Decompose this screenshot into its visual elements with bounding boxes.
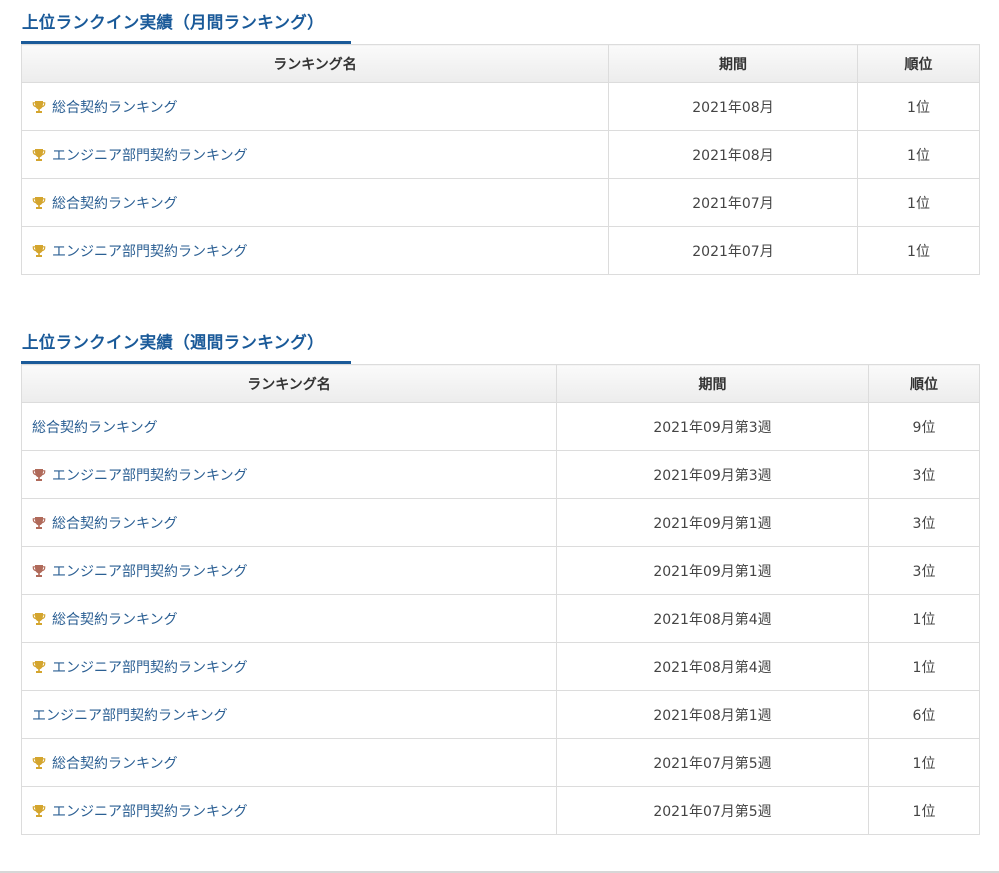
rank-cell: 1位 bbox=[868, 594, 980, 643]
weekly-table-body: 総合契約ランキング 2021年09月第3週 9位エンジニア部門契約ランキング 2021… bbox=[21, 402, 980, 835]
column-header-name: ランキング名 bbox=[21, 44, 609, 83]
column-header-rank: 順位 bbox=[868, 364, 980, 403]
rank-cell: 3位 bbox=[868, 498, 980, 547]
ranking-name-link[interactable]: 総合契約ランキング bbox=[52, 756, 178, 772]
ranking-name-cell: 総合契約ランキング bbox=[21, 738, 557, 787]
ranking-name-link[interactable]: 総合契約ランキング bbox=[52, 516, 178, 532]
table-row: 総合契約ランキング 2021年09月第1週 3位 bbox=[21, 498, 980, 547]
rank-cell: 9位 bbox=[868, 402, 980, 451]
period-cell: 2021年09月第3週 bbox=[556, 450, 869, 499]
column-header-rank: 順位 bbox=[857, 44, 980, 83]
rank-cell: 3位 bbox=[868, 450, 980, 499]
table-row: 総合契約ランキング 2021年08月 1位 bbox=[21, 82, 980, 131]
monthly-section-title: 上位ランクイン実績（月間ランキング） bbox=[21, 10, 351, 44]
period-cell: 2021年07月第5週 bbox=[556, 738, 869, 787]
table-row: エンジニア部門契約ランキング 2021年08月第1週 6位 bbox=[21, 690, 980, 739]
table-row: 総合契約ランキング 2021年09月第3週 9位 bbox=[21, 402, 980, 451]
ranking-name-cell: 総合契約ランキング bbox=[21, 594, 557, 643]
period-cell: 2021年07月第5週 bbox=[556, 786, 869, 835]
bronze-trophy-icon bbox=[32, 564, 46, 578]
ranking-name-link[interactable]: エンジニア部門契約ランキング bbox=[52, 244, 248, 260]
table-row: エンジニア部門契約ランキング 2021年08月 1位 bbox=[21, 130, 980, 179]
period-cell: 2021年07月 bbox=[608, 226, 858, 275]
weekly-ranking-table: ランキング名 期間 順位 総合契約ランキング 2021年09月第3週 9位 エンジニア… bbox=[21, 364, 980, 835]
weekly-ranking-section: 上位ランクイン実績（週間ランキング） ランキング名 期間 順位 総合契約ランキン… bbox=[21, 330, 980, 835]
bronze-trophy-icon bbox=[32, 468, 46, 482]
bronze-trophy-icon bbox=[32, 516, 46, 530]
ranking-name-cell: エンジニア部門契約ランキング bbox=[21, 450, 557, 499]
rank-cell: 1位 bbox=[857, 226, 980, 275]
rank-cell: 6位 bbox=[868, 690, 980, 739]
ranking-name-link[interactable]: エンジニア部門契約ランキング bbox=[52, 468, 248, 484]
weekly-section-title: 上位ランクイン実績（週間ランキング） bbox=[21, 330, 351, 364]
table-row: エンジニア部門契約ランキング 2021年09月第1週 3位 bbox=[21, 546, 980, 595]
ranking-name-cell: 総合契約ランキング bbox=[21, 178, 609, 227]
ranking-name-link[interactable]: エンジニア部門契約ランキング bbox=[52, 660, 248, 676]
gold-trophy-icon bbox=[32, 196, 46, 210]
period-cell: 2021年08月第4週 bbox=[556, 594, 869, 643]
table-row: エンジニア部門契約ランキング 2021年08月第4週 1位 bbox=[21, 642, 980, 691]
period-cell: 2021年09月第1週 bbox=[556, 498, 869, 547]
rank-cell: 1位 bbox=[857, 178, 980, 227]
ranking-name-link[interactable]: エンジニア部門契約ランキング bbox=[52, 564, 248, 580]
gold-trophy-icon bbox=[32, 756, 46, 770]
period-cell: 2021年08月 bbox=[608, 130, 858, 179]
ranking-name-cell: エンジニア部門契約ランキング bbox=[21, 130, 609, 179]
ranking-name-cell: エンジニア部門契約ランキング bbox=[21, 690, 557, 739]
period-cell: 2021年08月第1週 bbox=[556, 690, 869, 739]
gold-trophy-icon bbox=[32, 660, 46, 674]
gold-trophy-icon bbox=[32, 100, 46, 114]
ranking-name-link[interactable]: 総合契約ランキング bbox=[52, 100, 178, 116]
period-cell: 2021年08月 bbox=[608, 82, 858, 131]
ranking-name-cell: エンジニア部門契約ランキング bbox=[21, 786, 557, 835]
table-header-row: ランキング名 期間 順位 bbox=[21, 44, 980, 83]
period-cell: 2021年08月第4週 bbox=[556, 642, 869, 691]
table-header-row: ランキング名 期間 順位 bbox=[21, 364, 980, 403]
rank-cell: 1位 bbox=[868, 642, 980, 691]
ranking-name-link[interactable]: エンジニア部門契約ランキング bbox=[52, 804, 248, 820]
gold-trophy-icon bbox=[32, 148, 46, 162]
ranking-name-link[interactable]: エンジニア部門契約ランキング bbox=[32, 708, 228, 724]
table-row: 総合契約ランキング 2021年08月第4週 1位 bbox=[21, 594, 980, 643]
period-cell: 2021年09月第3週 bbox=[556, 402, 869, 451]
gold-trophy-icon bbox=[32, 244, 46, 258]
rank-cell: 3位 bbox=[868, 546, 980, 595]
ranking-name-cell: 総合契約ランキング bbox=[21, 498, 557, 547]
rank-cell: 1位 bbox=[857, 82, 980, 131]
gold-trophy-icon bbox=[32, 612, 46, 626]
ranking-name-cell: 総合契約ランキング bbox=[21, 402, 557, 451]
ranking-name-link[interactable]: エンジニア部門契約ランキング bbox=[52, 148, 248, 164]
ranking-name-link[interactable]: 総合契約ランキング bbox=[52, 612, 178, 628]
table-row: エンジニア部門契約ランキング 2021年07月 1位 bbox=[21, 226, 980, 275]
rank-cell: 1位 bbox=[857, 130, 980, 179]
period-cell: 2021年09月第1週 bbox=[556, 546, 869, 595]
ranking-name-cell: エンジニア部門契約ランキング bbox=[21, 642, 557, 691]
table-row: エンジニア部門契約ランキング 2021年09月第3週 3位 bbox=[21, 450, 980, 499]
rank-cell: 1位 bbox=[868, 738, 980, 787]
column-header-period: 期間 bbox=[556, 364, 869, 403]
ranking-name-cell: エンジニア部門契約ランキング bbox=[21, 226, 609, 275]
ranking-name-link[interactable]: 総合契約ランキング bbox=[32, 420, 158, 436]
monthly-table-body: 総合契約ランキング 2021年08月 1位 エンジニア部門契約ランキング 2021年08… bbox=[21, 82, 980, 275]
table-row: エンジニア部門契約ランキング 2021年07月第5週 1位 bbox=[21, 786, 980, 835]
gold-trophy-icon bbox=[32, 804, 46, 818]
column-header-period: 期間 bbox=[608, 44, 858, 83]
ranking-name-link[interactable]: 総合契約ランキング bbox=[52, 196, 178, 212]
table-row: 総合契約ランキング 2021年07月 1位 bbox=[21, 178, 980, 227]
rank-cell: 1位 bbox=[868, 786, 980, 835]
ranking-name-cell: 総合契約ランキング bbox=[21, 82, 609, 131]
ranking-name-cell: エンジニア部門契約ランキング bbox=[21, 546, 557, 595]
period-cell: 2021年07月 bbox=[608, 178, 858, 227]
monthly-ranking-section: 上位ランクイン実績（月間ランキング） ランキング名 期間 順位 総合契約ランキン… bbox=[21, 10, 980, 275]
monthly-ranking-table: ランキング名 期間 順位 総合契約ランキング 2021年08月 1位 エンジニア部門契… bbox=[21, 44, 980, 275]
ranking-results-page: 上位ランクイン実績（月間ランキング） ランキング名 期間 順位 総合契約ランキン… bbox=[0, 0, 999, 873]
column-header-name: ランキング名 bbox=[21, 364, 557, 403]
table-row: 総合契約ランキング 2021年07月第5週 1位 bbox=[21, 738, 980, 787]
